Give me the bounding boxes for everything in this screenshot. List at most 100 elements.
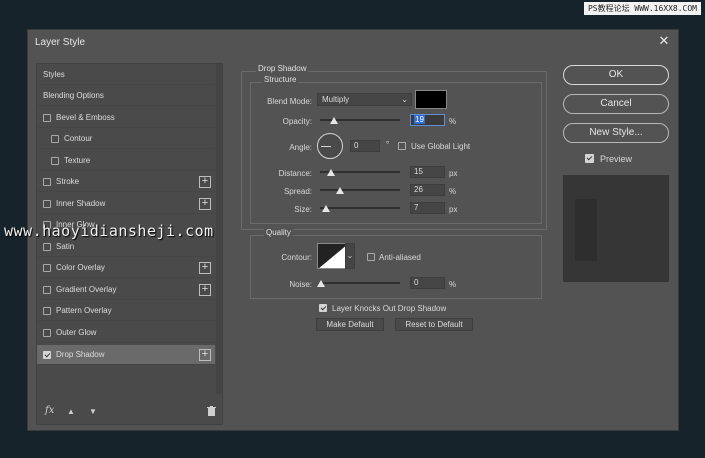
angle-dial[interactable] (317, 133, 343, 159)
use-global-light-checkbox[interactable] (398, 142, 406, 150)
contour-dropdown-chevron-icon[interactable]: ⌄ (345, 243, 355, 269)
noise-slider-thumb[interactable] (317, 280, 325, 287)
style-list-toolbar: fx ▲ ▼ (37, 402, 216, 422)
style-checkbox[interactable] (43, 113, 51, 122)
angle-input[interactable]: 0 (350, 140, 380, 152)
layer-knocks-out-checkbox[interactable] (319, 304, 327, 312)
style-checkbox[interactable] (43, 328, 51, 337)
structure-title: Structure (262, 75, 299, 84)
style-list-item-drop-shadow[interactable]: Drop Shadow + (37, 345, 215, 365)
anti-aliased-checkbox[interactable] (367, 253, 375, 261)
contour-label: Contour: (281, 253, 312, 262)
style-checkbox[interactable] (43, 242, 51, 251)
style-list-item-label: Pattern Overlay (56, 306, 112, 315)
distance-input[interactable]: 15 (410, 166, 445, 178)
opacity-input[interactable]: 19 (410, 114, 445, 126)
cancel-button[interactable]: Cancel (563, 94, 669, 114)
blend-mode-label: Blend Mode: (267, 97, 312, 106)
noise-unit: % (449, 280, 457, 289)
style-list-item-label: Drop Shadow (56, 350, 105, 359)
style-checkbox[interactable] (51, 134, 59, 143)
add-effect-plus-icon[interactable]: + (199, 176, 211, 188)
make-default-button[interactable]: Make Default (316, 318, 384, 331)
distance-label: Distance: (278, 169, 312, 178)
style-list-item-gradient-overlay[interactable]: Gradient Overlay + (37, 280, 215, 300)
style-list-item-label: Outer Glow (56, 328, 97, 337)
style-list-item-label: Contour (64, 134, 93, 143)
quality-title: Quality (264, 228, 293, 237)
chevron-down-icon: ⌄ (401, 95, 408, 104)
style-list-item-bevel-emboss[interactable]: Bevel & Emboss (37, 108, 215, 128)
reset-to-default-button[interactable]: Reset to Default (395, 318, 473, 331)
style-checkbox[interactable] (43, 306, 51, 315)
style-list-item-blending-options[interactable]: Blending Options (37, 86, 215, 106)
style-checkbox[interactable] (51, 156, 59, 165)
style-list-item-inner-shadow[interactable]: Inner Shadow + (37, 194, 215, 214)
opacity-label: Opacity: (282, 117, 312, 126)
blend-mode-select[interactable]: Multiply ⌄ (317, 93, 412, 106)
style-list-item-label: Blending Options (43, 91, 104, 100)
style-checkbox[interactable] (43, 263, 51, 272)
style-list-item-stroke[interactable]: Stroke + (37, 172, 215, 192)
style-checkbox[interactable] (43, 177, 51, 186)
style-list-panel: Styles Blending Options Bevel & Emboss Cont… (36, 63, 223, 425)
spread-input[interactable]: 26 (410, 184, 445, 196)
close-icon[interactable]: ✕ (656, 33, 672, 49)
distance-unit: px (449, 169, 458, 178)
noise-slider[interactable] (320, 282, 400, 284)
opacity-unit: % (449, 117, 457, 126)
add-effect-plus-icon[interactable]: + (199, 284, 211, 296)
use-global-light-label: Use Global Light (411, 142, 471, 151)
style-checkbox[interactable] (43, 199, 51, 208)
angle-label: Angle: (289, 143, 312, 152)
new-style-button[interactable]: New Style... (563, 123, 669, 143)
size-slider-thumb[interactable] (322, 205, 330, 212)
size-label: Size: (294, 205, 312, 214)
fx-icon[interactable]: fx (45, 405, 54, 416)
style-list-scrollbar[interactable] (216, 64, 222, 394)
site-watermark-top: PS教程论坛 WWW.16XX8.COM (583, 2, 701, 15)
style-list-item-label: Stroke (56, 177, 80, 186)
layer-knocks-out-label: Layer Knocks Out Drop Shadow (332, 304, 447, 313)
style-preview-thumbnail (563, 175, 669, 282)
style-checkbox[interactable] (43, 285, 51, 294)
noise-input[interactable]: 0 (410, 277, 445, 289)
style-list-item-label: Texture (64, 156, 91, 165)
style-list-item-styles[interactable]: Styles (37, 65, 215, 85)
move-up-icon[interactable]: ▲ (67, 407, 75, 416)
style-checkbox[interactable] (43, 350, 51, 359)
distance-slider-thumb[interactable] (327, 169, 335, 176)
style-list-item-color-overlay[interactable]: Color Overlay + (37, 258, 215, 278)
spread-slider[interactable] (320, 189, 400, 191)
size-input[interactable]: 7 (410, 202, 445, 214)
add-effect-plus-icon[interactable]: + (199, 262, 211, 274)
style-list-item-contour[interactable]: Contour (37, 129, 215, 149)
ok-button[interactable]: OK (563, 65, 669, 85)
trash-icon[interactable] (207, 406, 216, 418)
size-slider[interactable] (320, 207, 400, 209)
add-effect-plus-icon[interactable]: + (199, 349, 211, 361)
opacity-slider-thumb[interactable] (330, 117, 338, 124)
preview-swatch (575, 199, 597, 261)
preview-checkbox[interactable] (585, 154, 594, 163)
style-list-item-texture[interactable]: Texture (37, 151, 215, 171)
dialog-title: Layer Style (35, 37, 86, 48)
style-list-item-pattern-overlay[interactable]: Pattern Overlay (37, 301, 215, 321)
noise-label: Noise: (289, 280, 312, 289)
title-bar: Layer Style ✕ (28, 30, 678, 54)
spread-slider-thumb[interactable] (336, 187, 344, 194)
style-list-item-outer-glow[interactable]: Outer Glow (37, 323, 215, 343)
style-list-item-satin[interactable]: Satin (37, 237, 215, 257)
add-effect-plus-icon[interactable]: + (199, 198, 211, 210)
move-down-icon[interactable]: ▼ (89, 407, 97, 416)
spread-unit: % (449, 187, 457, 196)
style-list-item-label: Bevel & Emboss (56, 113, 115, 122)
style-list-item-label: Gradient Overlay (56, 285, 117, 294)
anti-aliased-label: Anti-aliased (379, 253, 421, 262)
quality-group (250, 235, 542, 299)
drop-shadow-title: Drop Shadow (256, 64, 309, 73)
style-list-item-label: Color Overlay (56, 263, 105, 272)
site-watermark: www.haoyidiansheji.com (4, 222, 214, 240)
shadow-color-swatch[interactable] (415, 90, 447, 109)
angle-unit: ° (386, 140, 390, 149)
